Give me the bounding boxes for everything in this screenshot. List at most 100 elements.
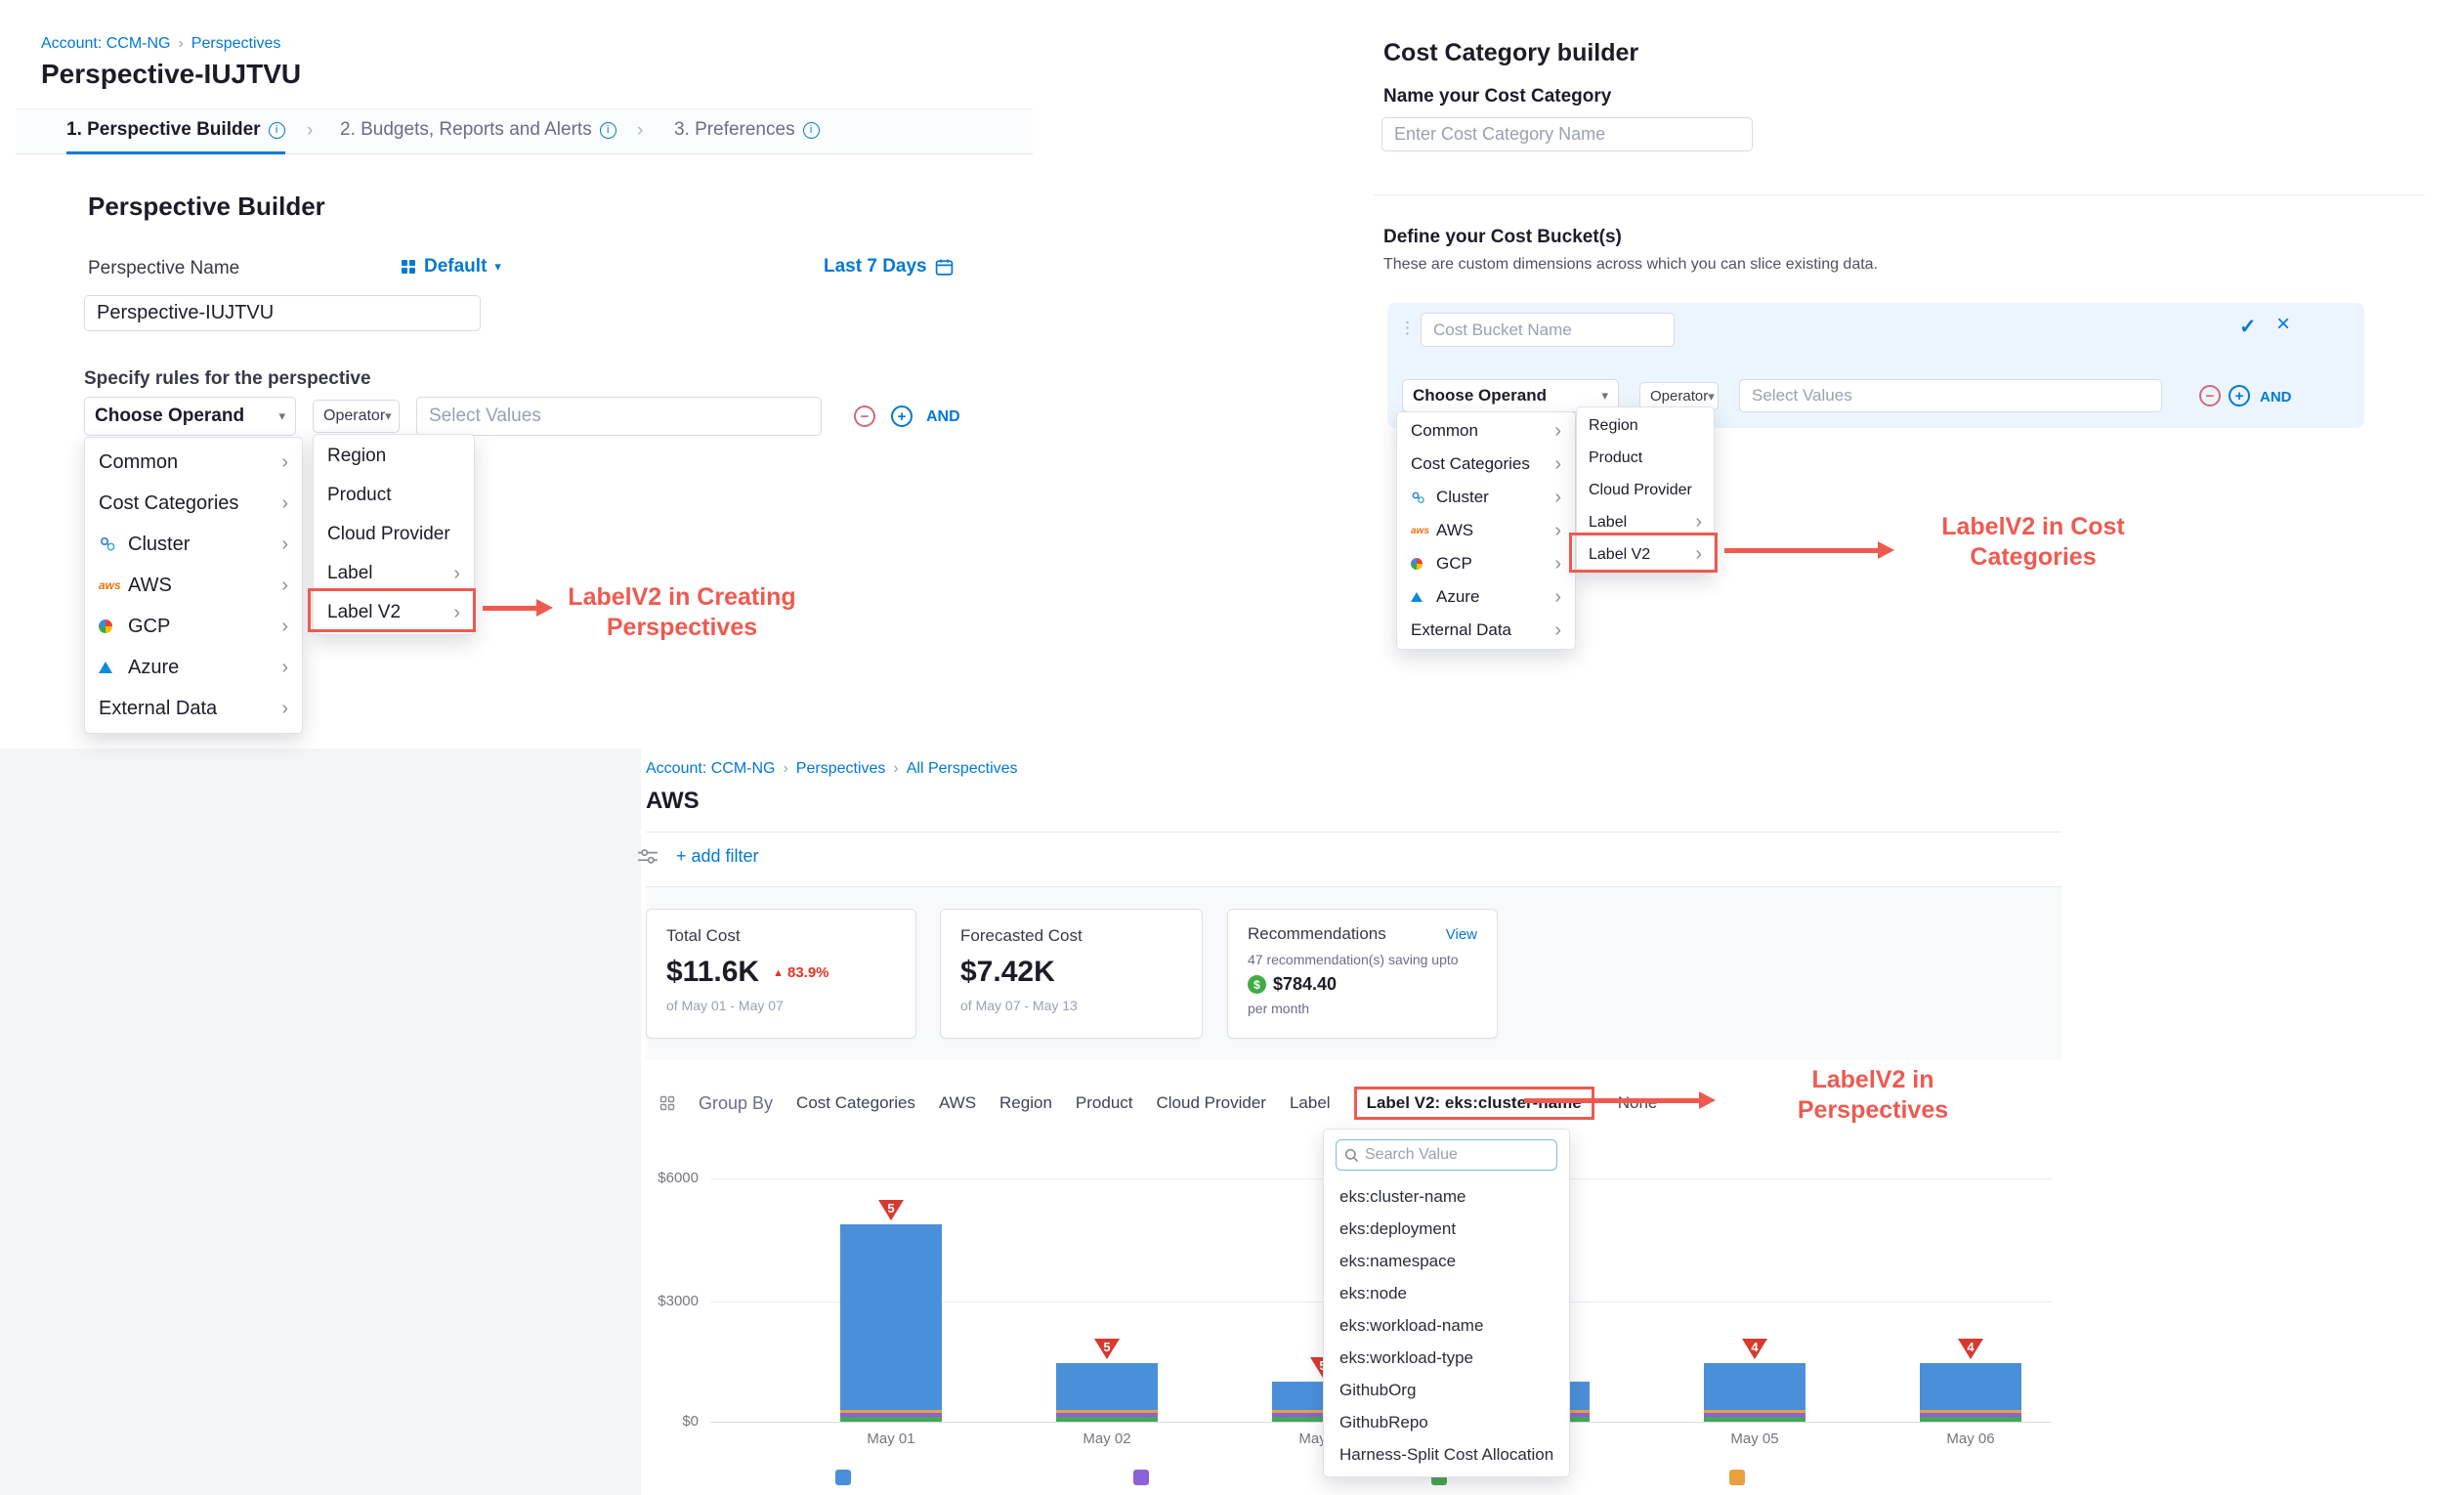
view-selector-label: Default <box>424 256 487 278</box>
submenu-item-label-v2[interactable]: Label V2 <box>314 593 474 632</box>
dropdown-option[interactable]: Harness-Split Cost Allocation <box>1324 1438 1569 1471</box>
close-icon[interactable] <box>2276 311 2290 338</box>
legend-swatch[interactable] <box>1133 1470 1149 1485</box>
operand-select[interactable]: Choose Operand <box>84 397 296 436</box>
submenu-item-label[interactable]: Label <box>1577 506 1714 538</box>
group-by-region[interactable]: Region <box>999 1093 1052 1113</box>
group-by-labelv2-selected[interactable]: Label V2: eks:cluster-name <box>1354 1087 1594 1120</box>
anomaly-badge[interactable]: 4 <box>1742 1339 1767 1362</box>
submenu-item-region[interactable]: Region <box>314 437 474 476</box>
menu-item-cluster[interactable]: Cluster <box>1397 481 1575 514</box>
aws-icon <box>1411 526 1436 536</box>
breadcrumb-all-perspectives[interactable]: All Perspectives <box>907 760 1018 778</box>
group-by-cloud-provider[interactable]: Cloud Provider <box>1157 1093 1266 1113</box>
menu-item-gcp[interactable]: GCP <box>1397 547 1575 580</box>
cc-operand-submenu: Region Product Cloud Provider Label Labe… <box>1576 406 1715 574</box>
dropdown-option[interactable]: GithubOrg <box>1324 1374 1569 1406</box>
menu-item-aws[interactable]: AWS <box>1397 514 1575 547</box>
submenu-item-product[interactable]: Product <box>314 476 474 515</box>
bar-1[interactable] <box>840 1224 942 1422</box>
dropdown-option[interactable]: eks:node <box>1324 1277 1569 1309</box>
remove-rule-button[interactable] <box>854 406 875 427</box>
legend-swatch[interactable] <box>835 1470 851 1485</box>
menu-label: Cost Categories <box>1411 454 1530 474</box>
legend-swatch[interactable] <box>1729 1470 1745 1485</box>
select-values-input[interactable] <box>416 397 822 436</box>
cc-and-button[interactable]: AND <box>2260 389 2292 406</box>
operand-select-value: Choose Operand <box>1413 386 1547 406</box>
menu-item-aws[interactable]: AWS <box>85 565 302 606</box>
chevron-right-icon <box>281 492 288 515</box>
cc-select-values-input[interactable] <box>1739 379 2162 412</box>
menu-item-common[interactable]: Common <box>85 442 302 483</box>
add-filter-button[interactable]: + add filter <box>676 846 759 867</box>
dropdown-option[interactable]: GithubRepo <box>1324 1406 1569 1438</box>
group-by-row: Group By Cost Categories AWS Region Prod… <box>659 1083 1657 1124</box>
anomaly-badge[interactable]: 5 <box>878 1200 904 1223</box>
view-selector[interactable]: Default <box>401 256 501 278</box>
filter-icon[interactable] <box>637 848 658 871</box>
group-by-cost-categories[interactable]: Cost Categories <box>796 1093 915 1113</box>
dropdown-option[interactable]: eks:namespace <box>1324 1245 1569 1277</box>
breadcrumb-perspectives[interactable]: Perspectives <box>796 760 886 778</box>
perspective-name-label: Perspective Name <box>88 258 239 279</box>
submenu-item-cloud-provider[interactable]: Cloud Provider <box>1577 474 1714 506</box>
menu-item-azure[interactable]: Azure <box>1397 580 1575 614</box>
perspective-name-input[interactable] <box>84 295 481 331</box>
menu-item-common[interactable]: Common <box>1397 414 1575 448</box>
cost-bucket-name-input[interactable] <box>1421 313 1675 347</box>
anomaly-badge[interactable]: 5 <box>1094 1339 1120 1362</box>
add-rule-button[interactable] <box>891 406 913 427</box>
submenu-item-label-v2[interactable]: Label V2 <box>1577 538 1714 571</box>
menu-item-azure[interactable]: Azure <box>85 647 302 688</box>
annotation-line: Perspectives <box>553 613 811 643</box>
dropdown-option[interactable]: eks:workload-type <box>1324 1342 1569 1374</box>
operand-menu: Common Cost Categories Cluster AWS GCP A… <box>84 437 303 734</box>
breadcrumb-account[interactable]: Account: CCM-NG <box>646 760 775 778</box>
cc-remove-rule-button[interactable] <box>2199 385 2221 406</box>
section-heading: Perspective Builder <box>88 192 325 222</box>
tab-preferences[interactable]: 3. Preferences <box>674 119 820 141</box>
bar-2[interactable] <box>1056 1363 1158 1422</box>
cost-buckets-description: These are custom dimensions across which… <box>1383 256 1878 274</box>
bar-6[interactable] <box>1920 1363 2021 1422</box>
bar-5[interactable] <box>1704 1363 1806 1422</box>
menu-item-gcp[interactable]: GCP <box>85 606 302 647</box>
chevron-right-icon <box>885 760 906 778</box>
menu-item-external-data[interactable]: External Data <box>85 688 302 729</box>
submenu-item-region[interactable]: Region <box>1577 409 1714 442</box>
cost-category-name-input[interactable] <box>1381 117 1753 151</box>
group-by-aws[interactable]: AWS <box>939 1093 976 1113</box>
menu-label: Product <box>327 485 391 506</box>
menu-label: GCP <box>1436 554 1472 574</box>
date-range-picker[interactable]: Last 7 Days <box>824 256 954 278</box>
group-by-product[interactable]: Product <box>1076 1093 1133 1113</box>
submenu-item-label[interactable]: Label <box>314 554 474 593</box>
cc-add-rule-button[interactable] <box>2229 385 2250 406</box>
dropdown-option[interactable]: eks:deployment <box>1324 1213 1569 1245</box>
breadcrumb-perspectives[interactable]: Perspectives <box>191 35 281 53</box>
menu-item-cluster[interactable]: Cluster <box>85 524 302 565</box>
search-input[interactable] <box>1365 1146 1549 1164</box>
dropdown-option[interactable]: eks:cluster-name <box>1324 1180 1569 1213</box>
dropdown-option[interactable]: eks:workload-name <box>1324 1309 1569 1342</box>
menu-label: Cloud Provider <box>327 524 450 545</box>
tab-budgets-reports[interactable]: 2. Budgets, Reports and Alerts <box>340 119 616 141</box>
card-label: Forecasted Cost <box>960 926 1182 946</box>
confirm-icon[interactable] <box>2239 315 2257 339</box>
group-by-label-key[interactable]: Label <box>1290 1093 1331 1113</box>
tab-perspective-builder[interactable]: 1. Perspective Builder <box>66 119 285 141</box>
menu-item-cost-categories[interactable]: Cost Categories <box>85 483 302 524</box>
menu-item-cost-categories[interactable]: Cost Categories <box>1397 448 1575 481</box>
and-button[interactable]: AND <box>926 408 960 426</box>
breadcrumb-account[interactable]: Account: CCM-NG <box>41 35 170 53</box>
group-by-none[interactable]: None <box>1618 1093 1658 1113</box>
view-recommendations-link[interactable]: View <box>1446 926 1477 943</box>
azure-icon <box>1411 592 1436 602</box>
menu-item-external-data[interactable]: External Data <box>1397 614 1575 647</box>
submenu-item-cloud-provider[interactable]: Cloud Provider <box>314 515 474 554</box>
anomaly-badge[interactable]: 4 <box>1958 1339 1983 1362</box>
submenu-item-product[interactable]: Product <box>1577 442 1714 474</box>
card-label: Total Cost <box>666 926 896 946</box>
operator-select[interactable]: Operator <box>313 400 400 433</box>
